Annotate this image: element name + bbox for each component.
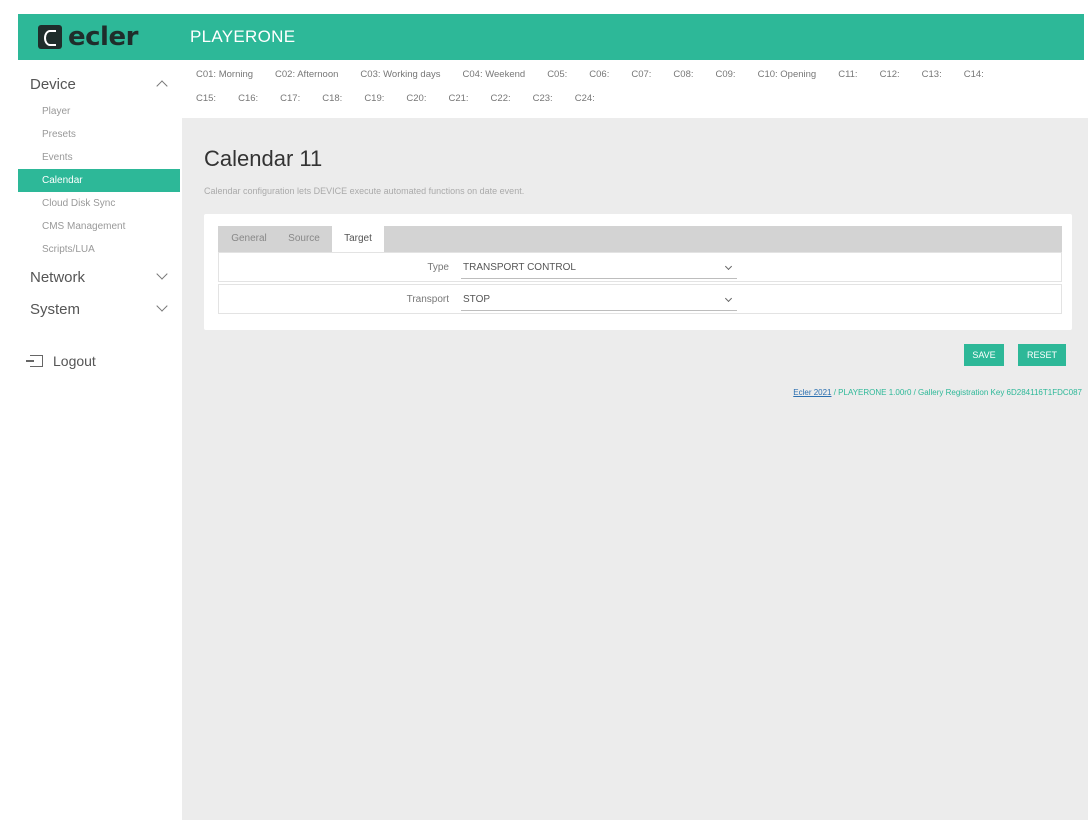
ecler-logo-icon xyxy=(38,25,62,49)
calendar-tab-12[interactable]: C12: xyxy=(880,69,900,80)
type-label: Type xyxy=(427,262,449,273)
sidebar-item-presets[interactable]: Presets xyxy=(18,123,180,146)
type-select[interactable]: TRANSPORT CONTROL xyxy=(461,257,737,279)
calendar-tab-3[interactable]: C03: Working days xyxy=(360,69,440,80)
tab-general[interactable]: General xyxy=(222,226,276,252)
transport-label: Transport xyxy=(406,294,449,305)
sidebar-item-cloud-disk-sync[interactable]: Cloud Disk Sync xyxy=(18,192,180,215)
calendar-tab-22[interactable]: C22: xyxy=(491,93,511,104)
calendar-nav-row: C15: C16: C17: C18: C19: C20: C21: C22: C23: C24: xyxy=(182,86,1062,110)
chevron-up-icon xyxy=(156,80,168,92)
calendar-tab-13[interactable]: C13: xyxy=(922,69,942,80)
chevron-down-icon xyxy=(724,262,733,271)
chevron-down-icon xyxy=(156,300,168,312)
sidebar-item-events[interactable]: Events xyxy=(18,146,180,169)
calendar-nav: C01: Morning C02: Afternoon C03: Working d… xyxy=(182,62,1062,110)
footer-text: / PLAYERONE 1.00r0 / Gallery Registratio… xyxy=(831,388,1082,397)
sidebar-item-player[interactable]: Player xyxy=(18,100,180,123)
transport-select[interactable]: STOP xyxy=(461,289,737,311)
sidebar: Device Player Presets Events Calendar Cl… xyxy=(18,60,180,820)
tab-bar: General Source Target xyxy=(218,226,1062,252)
calendar-tab-8[interactable]: C08: xyxy=(673,69,693,80)
footer-link[interactable]: Ecler 2021 xyxy=(793,388,831,397)
calendar-tab-4[interactable]: C04: Weekend xyxy=(463,69,526,80)
sidebar-item-scripts-lua[interactable]: Scripts/LUA xyxy=(18,238,180,261)
calendar-tab-14[interactable]: C14: xyxy=(964,69,984,80)
sidebar-section-network[interactable]: Network xyxy=(18,261,180,293)
logout-icon xyxy=(26,355,43,367)
calendar-nav-row: C01: Morning C02: Afternoon C03: Working d… xyxy=(182,62,1062,86)
logo-text: ecler xyxy=(68,22,138,52)
page-description: Calendar configuration lets DEVICE execu… xyxy=(204,186,525,196)
reset-button[interactable]: RESET xyxy=(1018,344,1066,366)
calendar-tab-10[interactable]: C10: Opening xyxy=(758,69,817,80)
sidebar-section-device[interactable]: Device xyxy=(18,68,180,100)
calendar-tab-9[interactable]: C09: xyxy=(716,69,736,80)
sidebar-section-label: Device xyxy=(30,75,76,93)
sidebar-section-label: Network xyxy=(30,268,86,286)
calendar-config-card: General Source Target Type TRANSPORT CON… xyxy=(204,214,1072,330)
calendar-tab-15[interactable]: C15: xyxy=(196,93,216,104)
type-select-value: TRANSPORT CONTROL xyxy=(463,262,576,273)
footer: Ecler 2021 / PLAYERONE 1.00r0 / Gallery … xyxy=(793,388,1082,397)
calendar-tab-20[interactable]: C20: xyxy=(406,93,426,104)
calendar-tab-23[interactable]: C23: xyxy=(533,93,553,104)
calendar-tab-17[interactable]: C17: xyxy=(280,93,300,104)
calendar-tab-16[interactable]: C16: xyxy=(238,93,258,104)
app-title: PLAYERONE xyxy=(190,27,296,46)
logout-label: Logout xyxy=(53,353,96,369)
form-row-type: Type TRANSPORT CONTROL xyxy=(218,252,1062,282)
calendar-tab-18[interactable]: C18: xyxy=(322,93,342,104)
ecler-logo[interactable]: ecler xyxy=(38,24,138,50)
sidebar-item-cms-management[interactable]: CMS Management xyxy=(18,215,180,238)
calendar-tab-24[interactable]: C24: xyxy=(575,93,595,104)
calendar-tab-11[interactable]: C11: xyxy=(838,69,857,80)
calendar-tab-1[interactable]: C01: Morning xyxy=(196,69,253,80)
form-row-transport: Transport STOP xyxy=(218,284,1062,314)
calendar-tab-21[interactable]: C21: xyxy=(448,93,468,104)
chevron-down-icon xyxy=(724,294,733,303)
sidebar-item-calendar[interactable]: Calendar xyxy=(18,169,180,192)
calendar-tab-7[interactable]: C07: xyxy=(631,69,651,80)
sidebar-section-label: System xyxy=(30,300,81,318)
save-button[interactable]: SAVE xyxy=(964,344,1004,366)
top-bar: ecler PLAYERONE xyxy=(18,14,1084,60)
main-content: Calendar 11 Calendar configuration lets … xyxy=(182,118,1088,820)
calendar-tab-19[interactable]: C19: xyxy=(364,93,384,104)
tab-source[interactable]: Source xyxy=(278,226,330,252)
logout-button[interactable]: Logout xyxy=(18,353,180,369)
calendar-tab-5[interactable]: C05: xyxy=(547,69,567,80)
chevron-down-icon xyxy=(156,268,168,280)
sidebar-section-system[interactable]: System xyxy=(18,293,180,325)
tab-target[interactable]: Target xyxy=(332,226,384,252)
page-title: Calendar 11 xyxy=(204,146,323,171)
calendar-tab-2[interactable]: C02: Afternoon xyxy=(275,69,338,80)
transport-select-value: STOP xyxy=(463,294,491,305)
calendar-tab-6[interactable]: C06: xyxy=(589,69,609,80)
